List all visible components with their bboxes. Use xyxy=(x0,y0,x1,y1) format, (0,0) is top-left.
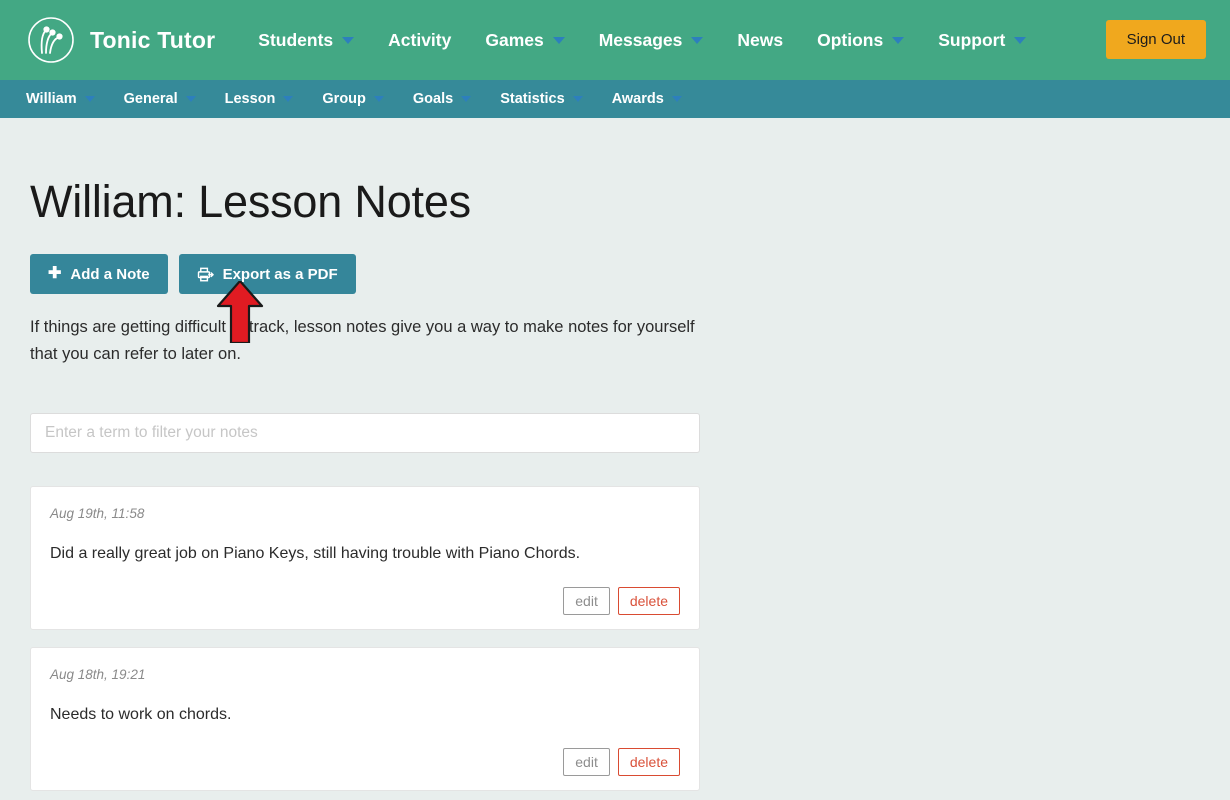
chevron-down-icon xyxy=(461,96,472,102)
secondary-navigation: William General Lesson Group Goals Stati… xyxy=(0,80,1230,118)
nav-item-label: Students xyxy=(258,29,334,50)
nav-item-label: Options xyxy=(817,29,884,50)
top-header-bar: Tonic Tutor Students Activity Games Mess… xyxy=(0,0,1230,80)
chevron-down-icon xyxy=(671,96,682,102)
nav-item-label: Activity xyxy=(388,29,452,50)
nav-item-options[interactable]: Options xyxy=(800,0,921,80)
tonic-tutor-logo-icon xyxy=(26,15,76,65)
delete-note-button[interactable]: delete xyxy=(617,747,680,776)
action-button-row: ✚ Add a Note Export as a PDF xyxy=(30,254,1200,294)
brand-name: Tonic Tutor xyxy=(90,26,216,53)
subnav-item-label: Goals xyxy=(412,91,454,107)
nav-item-games[interactable]: Games xyxy=(468,0,581,80)
primary-navigation: Students Activity Games Messages News Op… xyxy=(241,0,1043,80)
delete-note-button[interactable]: delete xyxy=(617,586,680,615)
export-as-pdf-button[interactable]: Export as a PDF xyxy=(178,254,356,294)
filter-notes-input[interactable] xyxy=(30,412,700,453)
note-card: Aug 18th, 19:21 Needs to work on chords.… xyxy=(30,646,700,791)
nav-item-label: Support xyxy=(938,29,1006,50)
chevron-down-icon xyxy=(185,96,196,102)
nav-item-support[interactable]: Support xyxy=(921,0,1043,80)
chevron-down-icon xyxy=(691,36,704,44)
nav-item-label: News xyxy=(737,29,784,50)
subnav-item-statistics[interactable]: Statistics xyxy=(500,80,596,118)
subnav-item-label: General xyxy=(123,91,178,107)
chevron-down-icon xyxy=(342,36,355,44)
note-card: Aug 19th, 11:58 Did a really great job o… xyxy=(30,485,700,630)
subnav-item-lesson[interactable]: Lesson xyxy=(225,80,308,118)
note-actions: edit delete xyxy=(50,586,680,615)
subnav-item-label: Group xyxy=(322,91,366,107)
export-as-pdf-label: Export as a PDF xyxy=(222,265,338,283)
subnav-item-group[interactable]: Group xyxy=(322,80,398,118)
sign-out-button[interactable]: Sign Out xyxy=(1105,20,1206,59)
note-text: Did a really great job on Piano Keys, st… xyxy=(50,544,581,562)
chevron-down-icon xyxy=(552,36,565,44)
nav-item-students[interactable]: Students xyxy=(241,0,371,80)
subnav-item-william[interactable]: William xyxy=(26,80,109,118)
chevron-down-icon xyxy=(1014,36,1027,44)
add-a-note-label: Add a Note xyxy=(70,265,150,283)
plus-icon: ✚ xyxy=(48,265,62,282)
notes-list: Aug 19th, 11:58 Did a really great job o… xyxy=(30,485,1200,791)
chevron-down-icon xyxy=(572,96,583,102)
nav-item-label: Messages xyxy=(598,29,683,50)
note-actions: edit delete xyxy=(50,747,680,776)
main-content: William: Lesson Notes ✚ Add a Note Expor… xyxy=(0,118,1230,791)
note-text: Needs to work on chords. xyxy=(50,705,232,723)
nav-item-label: Games xyxy=(485,29,544,50)
chevron-down-icon xyxy=(84,96,95,102)
chevron-down-icon xyxy=(283,96,294,102)
add-a-note-button[interactable]: ✚ Add a Note xyxy=(30,254,168,294)
brand[interactable]: Tonic Tutor xyxy=(26,15,215,65)
nav-item-news[interactable]: News xyxy=(720,0,800,80)
nav-item-messages[interactable]: Messages xyxy=(582,0,721,80)
page-title: William: Lesson Notes xyxy=(30,176,471,227)
subnav-item-awards[interactable]: Awards xyxy=(612,80,696,118)
page-description: If things are getting difficult to track… xyxy=(30,318,695,364)
note-timestamp: Aug 19th, 11:58 xyxy=(50,505,145,521)
nav-item-activity[interactable]: Activity xyxy=(371,0,468,80)
subnav-item-label: Statistics xyxy=(500,91,565,107)
chevron-down-icon xyxy=(373,96,384,102)
note-timestamp: Aug 18th, 19:21 xyxy=(50,666,146,682)
subnav-item-label: William xyxy=(26,91,77,107)
subnav-item-label: Lesson xyxy=(224,91,276,107)
printer-export-icon xyxy=(197,266,214,283)
subnav-item-label: Awards xyxy=(611,91,664,107)
subnav-item-general[interactable]: General xyxy=(124,80,210,118)
chevron-down-icon xyxy=(892,36,905,44)
subnav-item-goals[interactable]: Goals xyxy=(413,80,485,118)
edit-note-button[interactable]: edit xyxy=(563,586,610,615)
edit-note-button[interactable]: edit xyxy=(563,747,610,776)
